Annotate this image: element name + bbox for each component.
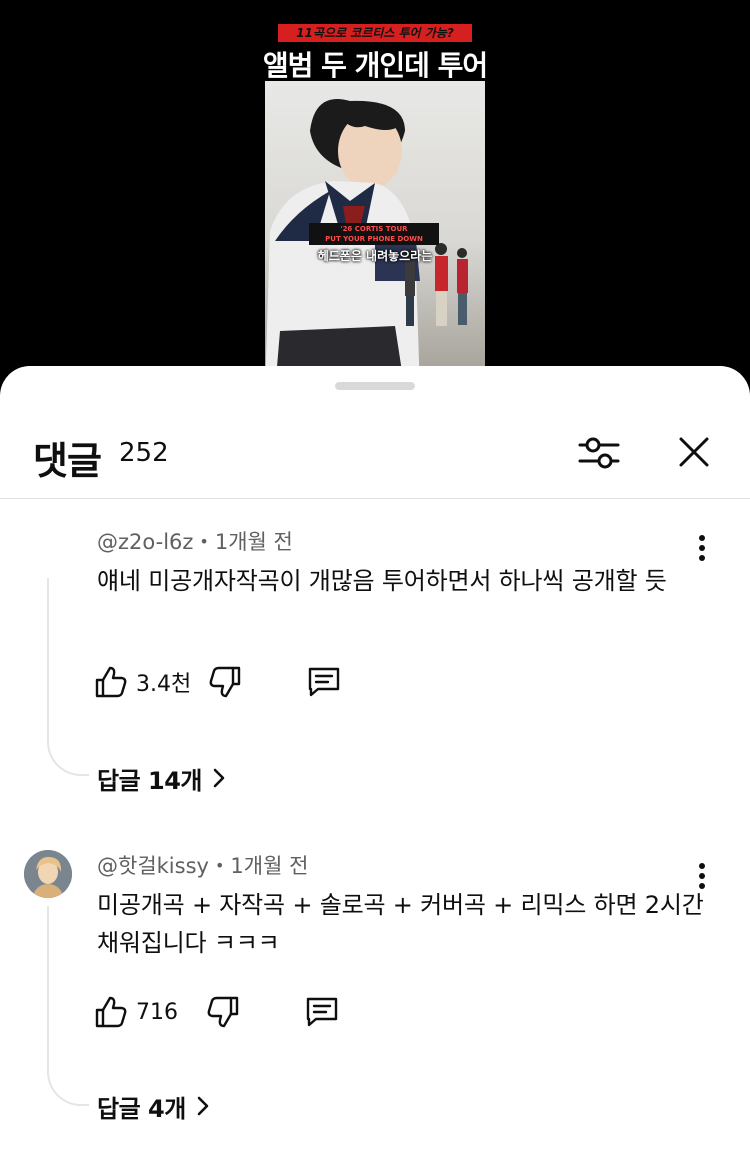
tour-tag-line1: '26 CORTIS TOUR — [340, 225, 408, 233]
video-caption: 헤드폰은 내려놓으라는 — [317, 249, 433, 263]
comments-header: 댓글 252 — [0, 420, 750, 498]
comment-author[interactable]: @z2o-l6z — [97, 530, 193, 554]
filter-icon — [578, 437, 620, 469]
dislike-button[interactable] — [206, 992, 240, 1032]
comment-meta: @핫걸kissy • 1개월 전 — [97, 850, 308, 880]
thumb-down-icon — [207, 996, 239, 1028]
meta-dot: • — [214, 856, 225, 875]
comments-title: 댓글 — [33, 439, 102, 483]
thumb-up-icon — [95, 996, 127, 1028]
reply-button[interactable] — [304, 992, 340, 1032]
reply-button[interactable] — [306, 662, 342, 702]
like-button[interactable]: 716 — [94, 992, 178, 1032]
replies-label: 답글 4개 — [97, 1094, 186, 1123]
replies-label: 답글 14개 — [97, 766, 203, 795]
reply-icon — [306, 997, 338, 1027]
filter-button[interactable] — [574, 430, 624, 476]
comment-text: 미공개곡 + 자작곡 + 솔로곡 + 커버곡 + 리믹스 하면 2시간 채워집니… — [97, 891, 704, 957]
like-count: 3.4천 — [136, 672, 192, 697]
video-player[interactable]: 11곡으로 코르티스 투어 가능? 앨범 두 개인데 투어 '26 CORTIS… — [0, 0, 750, 390]
comment-author[interactable]: @핫걸kissy — [97, 854, 209, 878]
comments-sheet: 댓글 252 @z2o-l6z • 1개월 전 얘네 미공개자작곡이 개많음 투… — [0, 366, 750, 1151]
like-button[interactable]: 3.4천 — [94, 662, 191, 702]
dislike-button[interactable] — [208, 662, 242, 702]
comment-time: 1개월 전 — [230, 854, 309, 878]
video-banner-text: 11곡으로 코르티스 투어 가능? — [278, 24, 472, 42]
comment-item: @핫걸kissy • 1개월 전 미공개곡 + 자작곡 + 솔로곡 + 커버곡 + … — [0, 850, 750, 1130]
avatar-image — [24, 850, 72, 898]
tour-tag-line2: PUT YOUR PHONE DOWN — [325, 235, 423, 243]
chevron-right-icon — [213, 768, 225, 788]
comment-actions: 3.4천 — [94, 662, 354, 702]
comments-count: 252 — [119, 438, 169, 468]
comment-item: @z2o-l6z • 1개월 전 얘네 미공개자작곡이 개많음 투어하면서 하나씩 … — [0, 526, 750, 796]
video-frame: '26 CORTIS TOUR PUT YOUR PHONE DOWN 헤드폰은… — [265, 81, 485, 371]
comment-text: 얘네 미공개자작곡이 개많음 투어하면서 하나씩 공개할 듯 — [97, 567, 667, 595]
view-replies-button[interactable]: 답글 4개 — [97, 1088, 210, 1124]
header-divider — [0, 498, 750, 499]
close-icon — [679, 437, 709, 467]
thread-line — [47, 906, 89, 1106]
close-button[interactable] — [670, 428, 718, 476]
thumb-up-icon — [95, 666, 127, 698]
reply-icon — [308, 667, 340, 697]
view-replies-button[interactable]: 답글 14개 — [97, 760, 226, 796]
chevron-right-icon — [197, 1096, 209, 1116]
comment-actions: 716 — [94, 992, 354, 1032]
meta-dot: • — [199, 532, 209, 551]
drag-handle[interactable] — [335, 382, 415, 390]
thumb-down-icon — [209, 666, 241, 698]
more-vert-icon — [699, 535, 705, 561]
comment-meta: @z2o-l6z • 1개월 전 — [97, 526, 293, 556]
comment-time: 1개월 전 — [214, 530, 293, 554]
thread-line — [47, 578, 89, 776]
avatar[interactable] — [24, 850, 72, 898]
video-title-overlay: 앨범 두 개인데 투어 — [262, 49, 488, 82]
like-count: 716 — [136, 999, 178, 1025]
tour-tag: '26 CORTIS TOUR PUT YOUR PHONE DOWN — [309, 223, 439, 245]
